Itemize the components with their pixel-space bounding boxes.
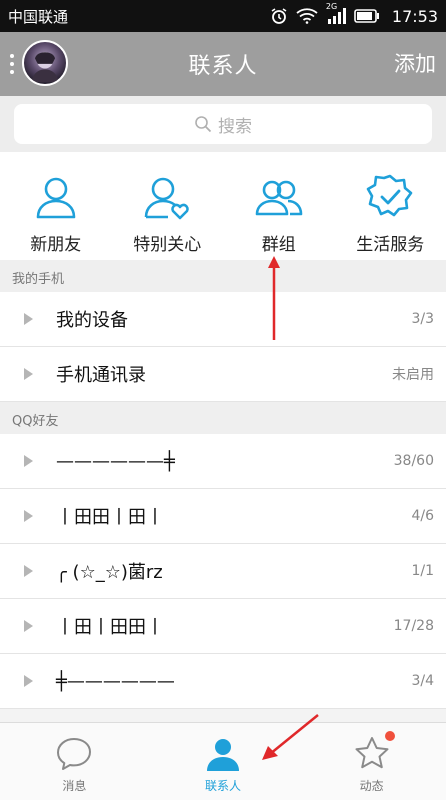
group-count: 未启用 [392,367,434,383]
expand-triangle-icon [24,510,33,522]
search-placeholder: 搜索 [218,116,252,137]
group-count: 17/28 [393,618,434,634]
quick-label: 群组 [261,235,296,255]
bottom-nav: 消息 联系人 动态 [0,722,446,800]
group-name: ╪—————— [56,670,175,692]
group-count: 4/6 [411,508,434,524]
group-name: ╭ (☆_☆)菌rz [56,562,163,583]
group-count: 3/3 [411,311,434,327]
tab-label: 联系人 [205,779,242,793]
star-icon [355,737,389,769]
network-type: 2G [325,2,338,11]
list-item[interactable]: ╭ (☆_☆)菌rz 1/1 [0,544,446,599]
page-title: 联系人 [188,54,258,79]
expand-triangle-icon [24,675,33,687]
group-count: 1/1 [411,563,434,579]
quick-life-services[interactable]: 生活服务 [335,152,446,260]
group-count: 3/4 [411,673,434,689]
group-icon [255,180,303,216]
person-heart-icon [144,177,190,220]
group-name: ——————╪ [56,450,175,472]
chat-bubble-icon [57,738,92,770]
tab-contacts[interactable]: 联系人 [149,723,298,800]
group-name: 丨田丨田田丨 [56,617,164,638]
battery-icon [354,9,379,23]
list-item[interactable]: ——————╪ 38/60 [0,434,446,489]
status-bar: 中国联通 2G 17:53 [0,0,446,32]
list-item[interactable]: 丨田丨田田丨 17/28 [0,599,446,654]
quick-label: 新朋友 [30,235,82,255]
title-bar: 联系人 添加 [0,32,446,96]
list-item[interactable]: ╪—————— 3/4 [0,654,446,709]
group-count: 38/60 [393,453,434,469]
person-icon [36,177,76,219]
group-name: 丨田田丨田丨 [56,507,164,528]
quick-actions: 新朋友 特别关心 群组 生活服务 [0,152,446,260]
tab-label: 消息 [62,779,87,793]
quick-groups[interactable]: 群组 [223,152,335,260]
carrier-name: 中国联通 [8,7,69,26]
alarm-icon [271,8,287,24]
wifi-icon [296,8,318,24]
expand-triangle-icon [24,620,33,632]
search-input[interactable]: 搜索 [14,104,432,144]
quick-new-friends[interactable]: 新朋友 [0,152,112,260]
expand-triangle-icon [24,565,33,577]
list-item[interactable]: 我的设备 3/3 [0,292,446,347]
list-item[interactable]: 手机通讯录 未启用 [0,347,446,402]
search-icon [195,116,212,133]
tab-messages[interactable]: 消息 [0,723,149,800]
quick-special-care[interactable]: 特别关心 [112,152,224,260]
clock: 17:53 [391,6,438,26]
section-header-my-phone: 我的手机 [0,260,446,292]
notification-badge [385,731,396,741]
list-item[interactable]: 丨田田丨田丨 4/6 [0,489,446,544]
badge-check-icon [366,174,413,217]
search-area: 搜索 [0,96,446,152]
contacts-icon [207,739,239,771]
group-name: 手机通讯录 [56,365,146,386]
quick-label: 生活服务 [356,235,425,255]
avatar[interactable] [22,40,68,86]
expand-triangle-icon [24,313,33,325]
expand-triangle-icon [24,455,33,467]
section-header-qq-friends: QQ好友 [0,402,446,434]
tab-label: 动态 [359,779,384,793]
quick-label: 特别关心 [133,235,202,255]
add-button[interactable]: 添加 [394,48,436,78]
menu-dots-icon[interactable] [10,54,14,74]
tab-moments[interactable]: 动态 [297,723,446,800]
group-name: 我的设备 [56,310,128,331]
expand-triangle-icon [24,368,33,380]
